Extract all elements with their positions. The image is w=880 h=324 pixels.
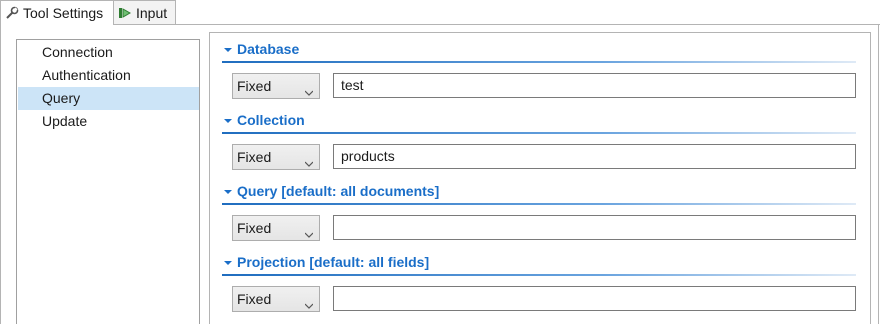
section-projection-header[interactable]: Projection [default: all fields] <box>222 253 870 276</box>
tab-tool-settings[interactable]: Tool Settings <box>0 0 114 25</box>
collapse-arrow-icon[interactable] <box>224 190 232 194</box>
section-divider <box>222 61 856 63</box>
projection-input[interactable] <box>333 286 856 311</box>
nav-item-connection[interactable]: Connection <box>18 41 199 64</box>
section-title: Database <box>237 41 300 57</box>
chevron-down-icon <box>304 222 314 238</box>
section-divider <box>222 274 856 276</box>
section-title: Projection [default: all fields] <box>237 254 430 270</box>
nav-item-authentication[interactable]: Authentication <box>18 64 199 87</box>
tab-strip-border <box>176 24 880 25</box>
chevron-down-icon <box>304 151 314 167</box>
input-port-icon <box>118 6 132 20</box>
tab-strip: Tool Settings Input <box>0 0 880 25</box>
database-mode-select[interactable]: Fixed <box>232 73 320 99</box>
chevron-down-icon <box>304 293 314 309</box>
collection-mode-select[interactable]: Fixed <box>232 144 320 170</box>
tab-label: Input <box>136 4 168 21</box>
collection-name-input[interactable]: products <box>333 144 856 169</box>
query-input[interactable] <box>333 215 856 240</box>
tab-label: Tool Settings <box>23 5 104 21</box>
section-divider <box>222 203 856 205</box>
settings-category-list: Connection Authentication Query Update <box>16 39 200 324</box>
nav-item-update[interactable]: Update <box>18 110 199 133</box>
section-divider <box>222 132 856 134</box>
section-database-header[interactable]: Database <box>222 40 870 63</box>
section-query-header[interactable]: Query [default: all documents] <box>222 182 870 205</box>
nav-item-query[interactable]: Query <box>18 87 199 110</box>
select-value: Fixed <box>237 220 272 236</box>
tab-input[interactable]: Input <box>114 0 176 25</box>
query-mode-select[interactable]: Fixed <box>232 215 320 241</box>
collapse-arrow-icon[interactable] <box>224 261 232 265</box>
section-title: Collection <box>237 112 305 128</box>
dialog-border-right <box>878 25 879 324</box>
collapse-arrow-icon[interactable] <box>224 119 232 123</box>
select-value: Fixed <box>237 78 272 94</box>
dialog-border-left <box>0 25 1 324</box>
database-name-input[interactable]: test <box>333 73 856 98</box>
section-collection-header[interactable]: Collection <box>222 111 870 134</box>
wrench-icon <box>5 6 19 20</box>
select-value: Fixed <box>237 149 272 165</box>
settings-panel: Database Fixed test Collection Fixed pro… <box>209 32 871 324</box>
section-title: Query [default: all documents] <box>237 183 440 199</box>
projection-mode-select[interactable]: Fixed <box>232 286 320 312</box>
collapse-arrow-icon[interactable] <box>224 48 232 52</box>
chevron-down-icon <box>304 80 314 96</box>
select-value: Fixed <box>237 291 272 307</box>
